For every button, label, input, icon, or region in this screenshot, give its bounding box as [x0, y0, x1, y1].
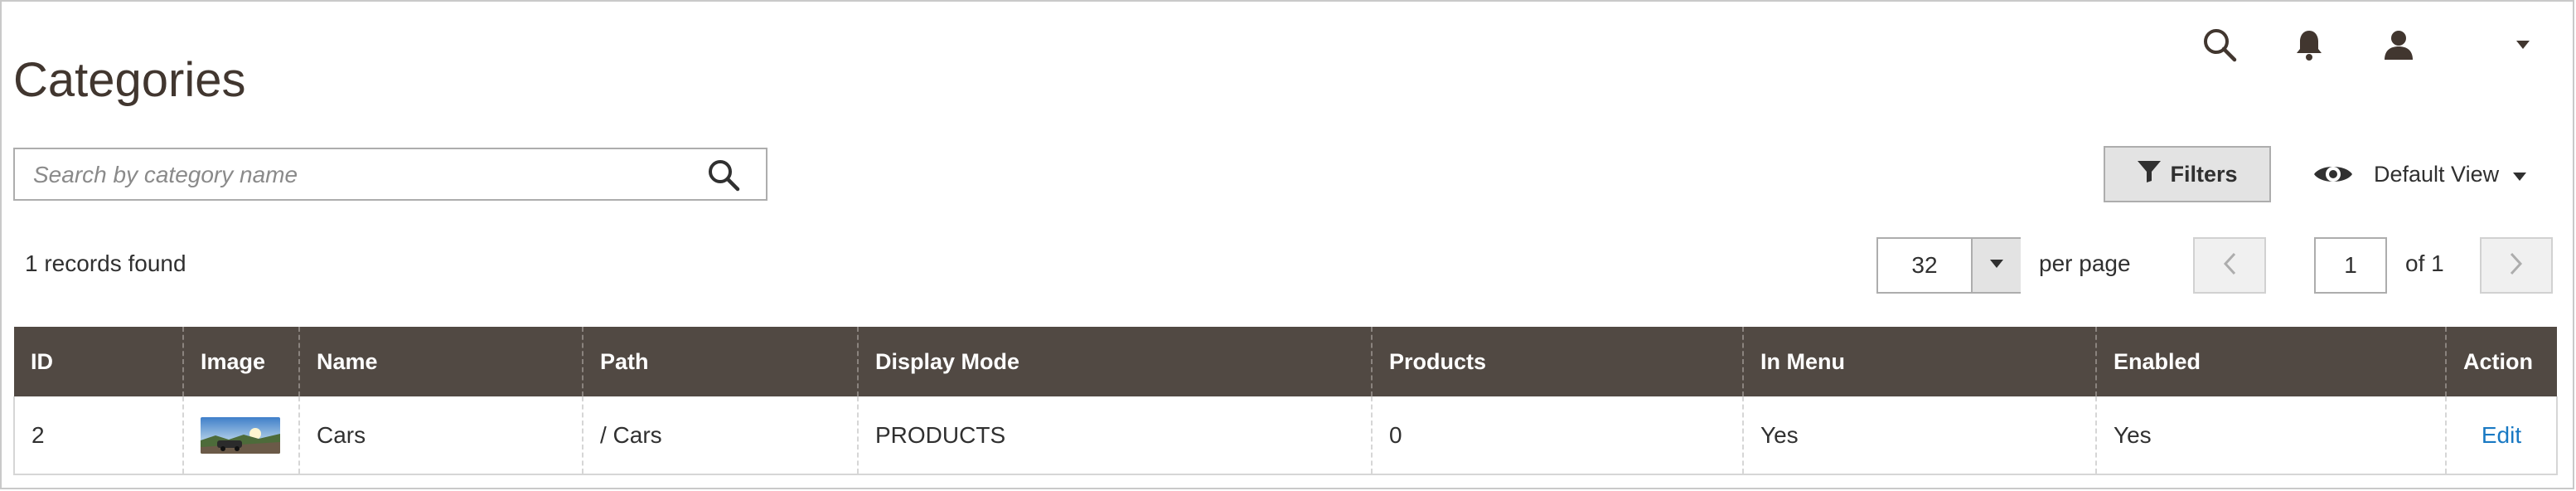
cell-action: Edit	[2445, 396, 2558, 475]
user-account-icon[interactable]	[2379, 25, 2419, 65]
cell-id: 2	[13, 396, 183, 475]
column-header-products[interactable]: Products	[1371, 327, 1743, 396]
categories-grid: ID Image Name Path Display Mode Products…	[13, 327, 2558, 475]
column-header-path[interactable]: Path	[582, 327, 858, 396]
cell-in-menu: Yes	[1742, 396, 2096, 475]
funnel-icon	[2137, 160, 2162, 189]
page-title: Categories	[13, 52, 246, 107]
column-header-name[interactable]: Name	[298, 327, 583, 396]
per-page-toggle[interactable]	[1971, 239, 2021, 292]
search-box	[13, 148, 767, 201]
default-view-dropdown[interactable]: Default View	[2312, 149, 2536, 199]
column-header-display-mode[interactable]: Display Mode	[857, 327, 1372, 396]
filters-label: Filters	[2170, 161, 2238, 187]
column-header-id[interactable]: ID	[14, 327, 183, 396]
cell-image	[182, 396, 299, 475]
cell-path: / Cars	[582, 396, 858, 475]
chevron-right-icon	[2510, 252, 2523, 280]
column-header-action: Action	[2445, 327, 2557, 396]
cell-enabled: Yes	[2095, 396, 2446, 475]
search-submit-icon[interactable]	[703, 154, 744, 196]
records-found-text: 1 records found	[25, 250, 186, 276]
next-page-button[interactable]	[2480, 237, 2553, 294]
cell-display-mode: PRODUCTS	[857, 396, 1372, 475]
cell-products: 0	[1371, 396, 1743, 475]
per-page-label: per page	[2039, 250, 2131, 276]
column-header-enabled[interactable]: Enabled	[2095, 327, 2446, 396]
chevron-down-icon	[1989, 258, 2004, 273]
table-row: 2 Cars / Cars PRODUCTS 0 Yes Yes Edit	[13, 396, 2558, 475]
global-search-icon[interactable]	[2200, 25, 2239, 65]
current-page-input[interactable]	[2314, 237, 2387, 294]
total-pages-label: of 1	[2405, 250, 2444, 276]
column-header-in-menu[interactable]: In Menu	[1742, 327, 2096, 396]
category-thumbnail-image	[201, 416, 280, 454]
chevron-down-icon	[2512, 162, 2527, 187]
per-page-value: 32	[1911, 252, 1938, 278]
per-page-select[interactable]: 32	[1876, 237, 2021, 294]
grid-header-row: ID Image Name Path Display Mode Products…	[14, 327, 2557, 396]
eye-icon	[2312, 158, 2357, 191]
column-header-image[interactable]: Image	[182, 327, 299, 396]
edit-link[interactable]: Edit	[2482, 422, 2521, 448]
chevron-left-icon	[2223, 252, 2236, 280]
filters-button[interactable]: Filters	[2104, 146, 2271, 202]
cell-name: Cars	[298, 396, 583, 475]
previous-page-button[interactable]	[2193, 237, 2266, 294]
account-menu-caret-icon[interactable]	[2511, 33, 2535, 56]
search-input[interactable]	[31, 149, 681, 201]
notification-bell-icon[interactable]	[2289, 25, 2329, 65]
view-label: Default View	[2374, 161, 2500, 187]
